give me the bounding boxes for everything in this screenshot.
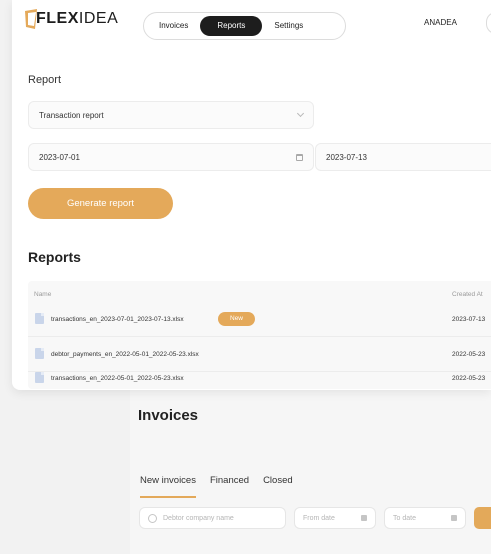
calendar-icon (296, 153, 303, 161)
report-section-label: Report (28, 74, 62, 86)
invoices-title: Invoices (138, 407, 199, 424)
created-date: 2022-05-23 (452, 375, 486, 382)
reports-title: Reports (28, 249, 81, 265)
tab-financed[interactable]: Financed (210, 475, 249, 498)
tab-new-invoices[interactable]: New invoices (140, 475, 196, 498)
tab-closed[interactable]: Closed (263, 475, 293, 498)
to-date-field[interactable]: To date (384, 507, 466, 529)
new-badge: New (218, 312, 256, 326)
table-row[interactable]: transactions_en_2023-07-01_2023-07-13.xl… (28, 303, 491, 337)
file-name[interactable]: transactions_en_2023-07-01_2023-07-13.xl… (51, 316, 184, 323)
from-date-field[interactable]: From date (294, 507, 376, 529)
reports-table: Name Created At transactions_en_2023-07-… (28, 281, 491, 389)
flexidea-logo[interactable]: FLEXIDEA (24, 9, 118, 31)
main-nav: Invoices Reports Settings (143, 12, 346, 40)
table-row[interactable]: debtor_payments_en_2022-05-01_2022-05-23… (28, 338, 491, 372)
debtor-search-input[interactable]: Debtor company name (139, 507, 286, 529)
user-name[interactable]: ANADEA (424, 18, 457, 27)
calendar-icon (451, 515, 457, 521)
column-created-at: Created At (452, 291, 483, 298)
date-from-field[interactable]: 2023-07-01 (28, 143, 314, 171)
table-row[interactable]: transactions_en_2022-05-01_2022-05-23.xl… (28, 372, 491, 389)
invoice-tabs: New invoices Financed Closed (140, 475, 293, 498)
file-name[interactable]: transactions_en_2022-05-01_2022-05-23.xl… (51, 375, 184, 382)
chevron-down-icon (296, 109, 305, 118)
nav-reports[interactable]: Reports (200, 16, 263, 36)
column-name: Name (34, 291, 52, 298)
date-to-field[interactable]: 2023-07-13 (315, 143, 491, 171)
invoice-filters: Debtor company name From date To date (139, 507, 491, 529)
nav-invoices[interactable]: Invoices (147, 16, 200, 36)
file-icon (35, 348, 44, 359)
search-icon (148, 513, 157, 523)
calendar-icon (361, 515, 367, 521)
generate-report-button[interactable]: Generate report (28, 188, 173, 219)
file-icon (35, 372, 44, 383)
reports-panel: FLEXIDEA Invoices Reports Settings ANADE… (12, 0, 491, 390)
file-name[interactable]: debtor_payments_en_2022-05-01_2022-05-23… (51, 351, 199, 358)
created-date: 2023-07-13 (452, 316, 486, 323)
file-icon (35, 313, 44, 324)
filter-button[interactable] (474, 507, 491, 529)
created-date: 2022-05-23 (452, 351, 486, 358)
avatar[interactable] (486, 12, 491, 34)
report-type-select[interactable]: Transaction report (28, 101, 314, 129)
nav-settings[interactable]: Settings (262, 16, 315, 36)
